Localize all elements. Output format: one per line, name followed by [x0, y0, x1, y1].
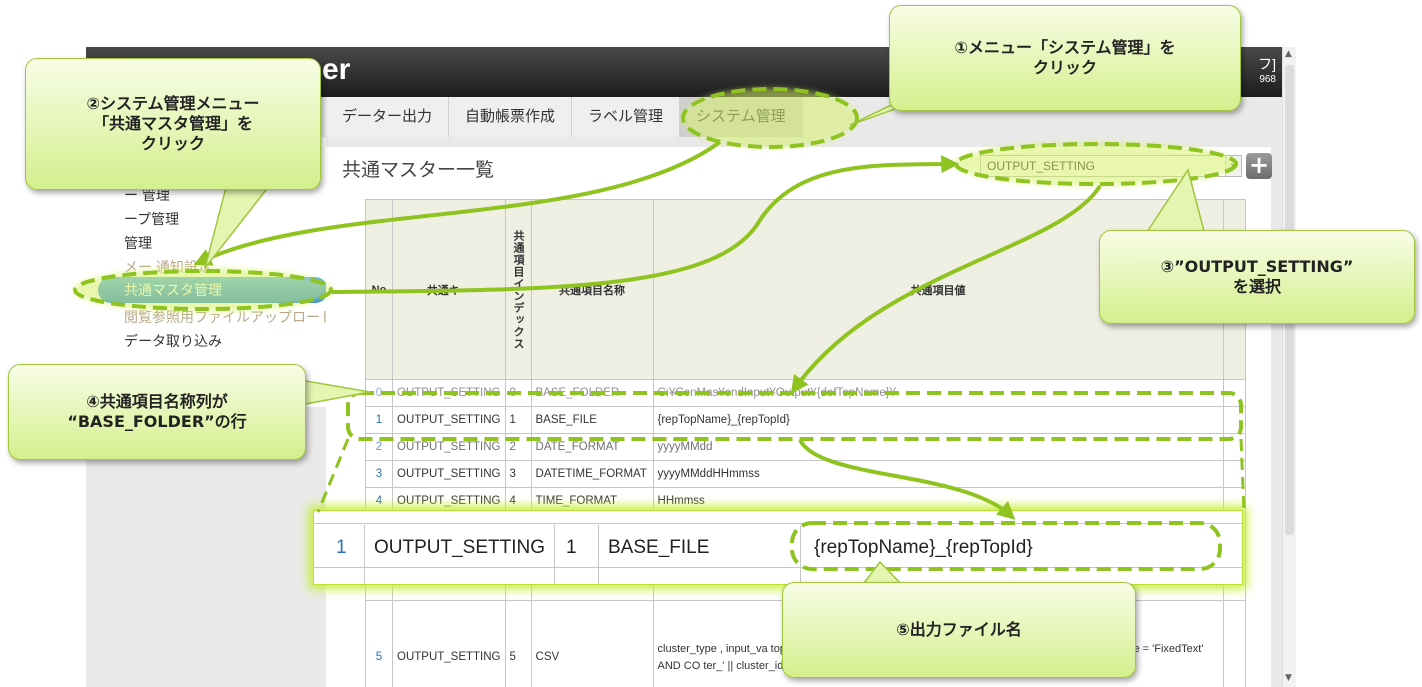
header-item-name: 共通項目名称: [530, 199, 654, 380]
tab-data-output[interactable]: データー出力: [326, 97, 450, 137]
sidebar-item-mail-notification[interactable]: メー 通知設定: [124, 257, 212, 277]
cell-extra: [1222, 379, 1246, 407]
cell-extra: [1222, 460, 1246, 488]
callout-step5-line1: ⑤出力ファイル名: [896, 620, 1022, 639]
callout-step1: ①メニュー「システム管理」を クリック: [889, 5, 1241, 111]
tab-label-management[interactable]: ラベル管理: [572, 97, 681, 137]
cell-index: 2: [504, 433, 532, 461]
cell-key: OUTPUT_SETTING: [392, 379, 506, 407]
callout-step3-line2: を選択: [1232, 277, 1281, 296]
callout-step4-line2: “BASE_FOLDER”の行: [67, 412, 247, 431]
scroll-up-icon[interactable]: ▲: [1285, 49, 1292, 59]
header-no: No: [365, 199, 393, 380]
zoom-cell-value: {repTopName}_{repTopId}: [814, 537, 1033, 558]
cell-index: 5: [504, 600, 532, 687]
callout-step2-line2: 「共通マスタ管理」を: [92, 114, 253, 133]
user-info-line1: フ]: [1258, 56, 1276, 72]
cell-value: yyyyMMdd: [652, 433, 1224, 461]
cell-key: OUTPUT_SETTING: [392, 460, 506, 488]
user-info: フ] 968: [1258, 57, 1276, 87]
add-button[interactable]: +: [1246, 153, 1272, 179]
callout-step3: ③”OUTPUT_SETTING” を選択: [1099, 230, 1415, 324]
page-title: 共通マスター一覧: [342, 160, 495, 181]
cell-index: 1: [504, 406, 532, 434]
callout-step2-line1: ②システム管理メニュー: [86, 94, 260, 113]
cell-no: 0: [365, 379, 393, 407]
callout-step2: ②システム管理メニュー 「共通マスタ管理」を クリック: [25, 58, 321, 190]
cell-extra: [1222, 433, 1246, 461]
sidebar-item-file-upload[interactable]: 閲覧参照用ファイルアップロード: [124, 307, 334, 327]
zoom-cell-name: BASE_FILE: [608, 537, 710, 558]
chevron-down-icon[interactable]: ▼: [1225, 156, 1241, 176]
cell-extra: [1222, 600, 1246, 687]
cell-value: C:¥ConMas¥endInput¥Output¥{defTopName}¥: [652, 379, 1224, 407]
sidebar-item-group-management[interactable]: ープ管理: [124, 209, 179, 229]
cell-name: CSV: [530, 600, 654, 687]
sidebar-item-common-master[interactable]: 共通マスタ管理: [98, 277, 328, 303]
callout-step1-line2: クリック: [1032, 58, 1097, 77]
sidebar-item-management[interactable]: 管理: [124, 233, 152, 253]
cell-name: DATETIME_FORMAT: [530, 460, 654, 488]
app-title: er: [322, 53, 351, 86]
cell-key: OUTPUT_SETTING: [392, 433, 506, 461]
zoom-cell-no: 1: [336, 537, 347, 558]
cell-no: 5: [365, 600, 393, 687]
scroll-down-icon[interactable]: ▼: [1285, 673, 1292, 683]
tab-auto-report[interactable]: 自動帳票作成: [449, 97, 573, 137]
zoom-cell-index: 1: [566, 537, 577, 558]
cell-no: 2: [365, 433, 393, 461]
master-key-select[interactable]: OUTPUT_SETTING ▼: [980, 155, 1242, 177]
callout-step4: ④共通項目名称列が “BASE_FOLDER”の行: [8, 364, 306, 460]
cell-key: OUTPUT_SETTING: [392, 600, 506, 687]
header-index: 共通項目インデックス: [504, 199, 532, 380]
plus-icon: +: [1248, 151, 1270, 179]
table-row[interactable]: 1 OUTPUT_SETTING 1 BASE_FILE {repTopName…: [365, 406, 1246, 434]
table-row[interactable]: 3 OUTPUT_SETTING 3 DATETIME_FORMAT yyyyM…: [365, 460, 1246, 488]
cell-name: BASE_FOLDER: [530, 379, 654, 407]
cell-name: DATE_FORMAT: [530, 433, 654, 461]
menu-tabs: データー出力 自動帳票作成 ラベル管理 システム管理: [326, 97, 803, 137]
vertical-scrollbar[interactable]: ▲ ▼: [1282, 47, 1296, 687]
cell-no: 1: [365, 406, 393, 434]
callout-step3-line1: ③”OUTPUT_SETTING”: [1160, 257, 1354, 276]
callout-step5: ⑤出力ファイル名: [782, 582, 1136, 678]
cell-key: OUTPUT_SETTING: [392, 406, 506, 434]
callout-step2-line3: クリック: [140, 134, 205, 153]
zoomed-row: 1 OUTPUT_SETTING 1 BASE_FILE {repTopName…: [313, 510, 1243, 585]
master-key-select-value: OUTPUT_SETTING: [987, 159, 1096, 173]
table-row[interactable]: 2 OUTPUT_SETTING 2 DATE_FORMAT yyyyMMdd: [365, 433, 1246, 461]
tab-system-management[interactable]: システム管理: [680, 97, 803, 137]
table-row[interactable]: 0 OUTPUT_SETTING 0 BASE_FOLDER C:¥ConMas…: [365, 379, 1246, 407]
user-info-line2: 968: [1259, 74, 1276, 85]
sidebar-item-data-import[interactable]: データ取り込み: [124, 331, 222, 351]
cell-name: BASE_FILE: [530, 406, 654, 434]
cell-extra: [1222, 406, 1246, 434]
header-common-key: 共通キー: [392, 199, 506, 380]
callout-step1-line1: ①メニュー「システム管理」を: [954, 38, 1176, 57]
zoom-cell-key: OUTPUT_SETTING: [374, 537, 546, 558]
screenshot-stage: { "app": { "title_fragment": "er", "user…: [0, 0, 1422, 687]
callout-step4-line1: ④共通項目名称列が: [86, 392, 228, 411]
cell-no: 3: [365, 460, 393, 488]
cell-value: {repTopName}_{repTopId}: [652, 406, 1224, 434]
cell-value: yyyyMMddHHmmss: [652, 460, 1224, 488]
cell-index: 3: [504, 460, 532, 488]
cell-index: 0: [504, 379, 532, 407]
